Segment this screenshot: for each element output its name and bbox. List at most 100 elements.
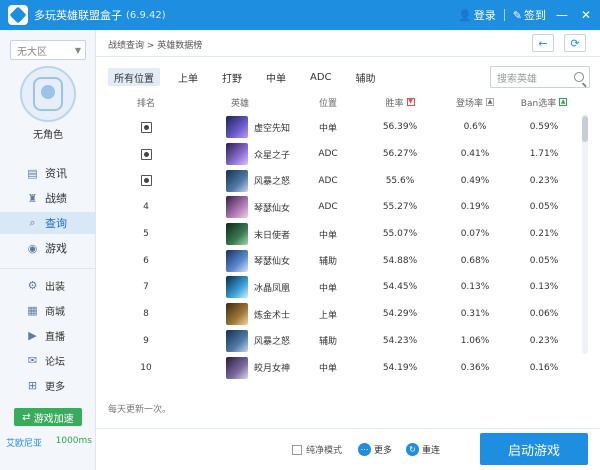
table-row[interactable]: 众星之子 ADC 56.27% 0.41% 1.71%	[108, 141, 578, 168]
banrate-cell: 0.13%	[529, 282, 559, 293]
clean-mode-toggle[interactable]: 纯净模式	[292, 443, 342, 456]
position-cell: 中单	[318, 283, 337, 294]
table-row[interactable]: 6 琴瑟仙女 辅助 54.88% 0.68% 0.05%	[108, 247, 578, 274]
pickrate-cell: 0.31%	[460, 309, 490, 320]
tab-mid[interactable]: 中单	[260, 68, 292, 86]
pickrate-cell: 0.19%	[460, 202, 490, 213]
hero-table-body: 虚空先知 中单 56.39% 0.6% 0.59% 众星之子 ADC 56.27…	[108, 114, 578, 381]
server-name[interactable]: 艾欧尼亚	[6, 436, 42, 449]
sidebar-item-query[interactable]: ⌕ 查询	[0, 212, 96, 234]
more-button[interactable]: ⋯ 更多	[358, 440, 392, 458]
build-icon: ⚙	[27, 278, 38, 292]
winrate-cell: 54.88%	[382, 255, 418, 266]
banrate-cell: 1.71%	[529, 149, 559, 160]
sidebar-item-more[interactable]: ⊞ 更多	[0, 375, 96, 395]
back-button[interactable]: ←	[532, 34, 554, 52]
launch-game-button[interactable]: 启动游戏	[480, 433, 588, 465]
header-hero: 英雄	[230, 98, 249, 109]
winrate-cell: 56.39%	[382, 122, 418, 133]
banrate-cell: 0.23%	[529, 175, 559, 186]
header-winrate[interactable]: 胜率 ▼	[360, 96, 440, 109]
sidebar-item-label: 资讯	[45, 167, 67, 180]
sidebar-item-shop[interactable]: ▦ 商城	[0, 300, 96, 320]
checkbox[interactable]	[292, 444, 302, 455]
minimize-button[interactable]: —	[554, 8, 570, 22]
sidebar: 无大区 ▼ 无角色 ▤ 资讯 ♜ 战绩 ⌕ 查询 ◉ 游戏 ⚙ 出装 ▦ 商城	[0, 30, 96, 470]
tab-all-positions[interactable]: 所有位置	[108, 68, 160, 86]
sidebar-item-live[interactable]: ▶ 直播	[0, 325, 96, 345]
tab-top[interactable]: 上单	[172, 68, 204, 86]
table-row[interactable]: 8 炼金术士 上单 54.29% 0.31% 0.06%	[108, 301, 578, 328]
position-cell: 上单	[318, 310, 337, 321]
banrate-cell: 0.59%	[529, 122, 559, 133]
search-placeholder: 搜索英雄	[497, 73, 537, 85]
hero-portrait	[226, 249, 248, 272]
table-row[interactable]: 4 琴瑟仙女 ADC 55.27% 0.19% 0.05%	[108, 194, 578, 221]
avatar[interactable]	[20, 66, 76, 122]
more-label: 更多	[374, 445, 393, 456]
accel-label: 游戏加速	[33, 413, 74, 425]
clean-mode-label: 纯净模式	[306, 446, 343, 456]
position-cell: ADC	[318, 202, 338, 213]
sidebar-item-build[interactable]: ⚙ 出装	[0, 275, 96, 295]
sidebar-item-label: 出装	[45, 281, 65, 293]
medal-icon	[140, 121, 152, 133]
app-title: 多玩英雄联盟盒子	[34, 9, 122, 22]
sidebar-item-forum[interactable]: ✉ 论坛	[0, 350, 96, 370]
table-scrollbar[interactable]	[582, 114, 588, 354]
winrate-cell: 55.27%	[382, 202, 418, 213]
sidebar-item-label: 更多	[45, 381, 65, 393]
header-pickrate[interactable]: 登场率 ▲	[440, 96, 510, 109]
table-row[interactable]: 7 冰晶凤凰 中单 54.45% 0.13% 0.13%	[108, 274, 578, 301]
pickrate-cell: 0.07%	[460, 229, 490, 240]
position-cell: 中单	[318, 364, 337, 375]
sidebar-item-record[interactable]: ♜ 战绩	[0, 187, 96, 209]
title-separator	[503, 9, 505, 21]
rank-cell: 10	[140, 362, 152, 373]
sort-icon: ▲	[559, 98, 568, 106]
game-accel-button[interactable]: ⇄ 游戏加速	[14, 408, 82, 426]
sidebar-main-nav: ▤ 资讯 ♜ 战绩 ⌕ 查询 ◉ 游戏	[0, 162, 96, 262]
table-header: 排名 英雄 位置 胜率 ▼ 登场率 ▲ Ban选率 ▲	[108, 92, 578, 112]
app-version: (6.9.42)	[126, 9, 166, 21]
region-select[interactable]: 无大区 ▼	[10, 40, 86, 60]
hero-portrait	[226, 169, 248, 192]
tab-adc[interactable]: ADC	[304, 68, 338, 86]
accel-icon: ⇄	[22, 411, 31, 423]
tab-jungle[interactable]: 打野	[216, 68, 248, 86]
grid-icon: ⊞	[27, 378, 38, 392]
hero-portrait	[226, 223, 248, 246]
hero-portrait	[226, 356, 248, 379]
banrate-cell: 0.23%	[529, 335, 559, 346]
rank-cell: 7	[143, 282, 149, 293]
header-banrate[interactable]: Ban选率 ▲	[510, 96, 578, 109]
scroll-thumb[interactable]	[582, 116, 588, 142]
search-icon[interactable]	[574, 72, 584, 82]
reconnect-button[interactable]: ↻ 重连	[406, 440, 440, 458]
table-row[interactable]: 10 皎月女神 中单 54.19% 0.36% 0.16%	[108, 354, 578, 381]
tab-support[interactable]: 辅助	[350, 68, 382, 86]
signin-link[interactable]: ✎ 签到	[513, 7, 546, 23]
title-bar: 多玩英雄联盟盒子 (6.9.42) 👤 登录 ✎ 签到 — ✕	[0, 0, 600, 30]
hero-cell: 琴瑟仙女	[184, 249, 296, 272]
table-row[interactable]: 虚空先知 中单 56.39% 0.6% 0.59%	[108, 114, 578, 141]
rank-cell	[108, 175, 184, 187]
rank-cell: 6	[143, 255, 149, 266]
hero-portrait	[226, 303, 248, 326]
position-cell: 辅助	[318, 337, 337, 348]
sidebar-item-label: 查询	[45, 217, 67, 230]
hero-search-input[interactable]: 搜索英雄	[490, 66, 590, 88]
rank-cell: 9	[143, 335, 149, 346]
winrate-cell: 54.45%	[382, 282, 418, 293]
winrate-cell: 54.29%	[382, 309, 418, 320]
sidebar-sub-nav: ⚙ 出装 ▦ 商城 ▶ 直播 ✉ 论坛 ⊞ 更多	[0, 268, 96, 400]
table-row[interactable]: 9 风暴之怒 辅助 54.23% 1.06% 0.23%	[108, 328, 578, 355]
close-button[interactable]: ✕	[578, 8, 594, 22]
login-label: 登录	[473, 9, 496, 22]
login-link[interactable]: 👤 登录	[458, 7, 496, 23]
table-row[interactable]: 5 末日使者 中单 55.07% 0.07% 0.21%	[108, 221, 578, 248]
refresh-button[interactable]: ⟳	[564, 34, 586, 52]
sidebar-item-news[interactable]: ▤ 资讯	[0, 162, 96, 184]
table-row[interactable]: 风暴之怒 ADC 55.6% 0.49% 0.23%	[108, 167, 578, 194]
sidebar-item-game[interactable]: ◉ 游戏	[0, 237, 96, 259]
